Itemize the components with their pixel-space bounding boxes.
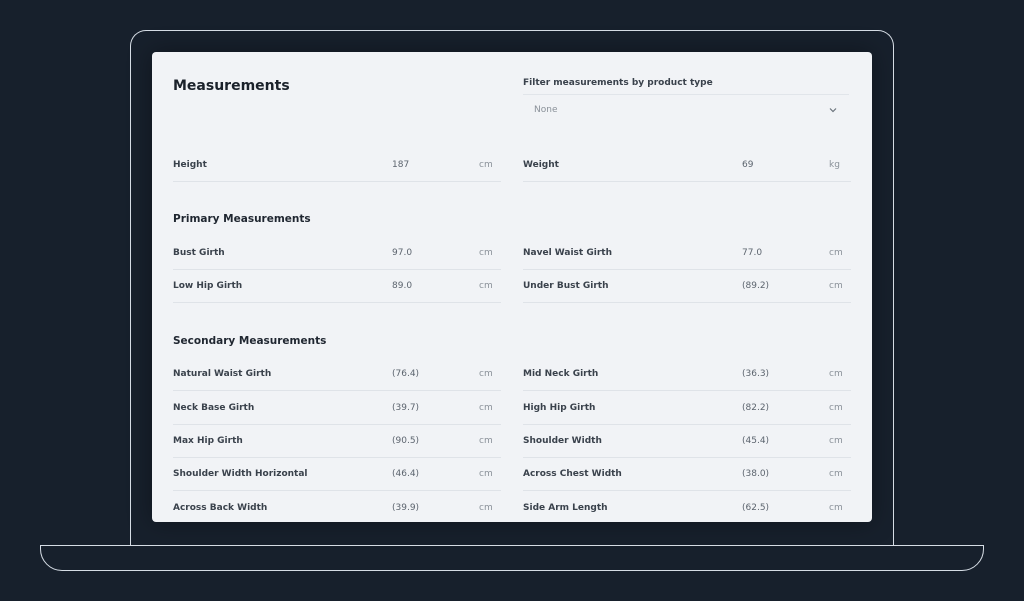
measurement-value: 97.0 <box>392 248 413 258</box>
measurement-value: 187 <box>392 160 410 170</box>
measurement-unit: cm <box>829 369 843 379</box>
measurement-label: Shoulder Width <box>523 436 602 446</box>
measurement-label: Max Hip Girth <box>173 436 243 446</box>
measurement-unit: cm <box>829 469 843 479</box>
measurement-unit: cm <box>479 436 493 446</box>
measurement-unit: cm <box>829 503 843 513</box>
measurement-value: 89.0 <box>392 281 413 291</box>
measurement-row: Max Hip Girth (90.5) cm <box>173 425 501 458</box>
measurement-row: Under Bust Girth (89.2) cm <box>523 270 851 303</box>
measurement-row: High Hip Girth (82.2) cm <box>523 392 851 425</box>
measurement-value: (39.7) <box>392 403 420 413</box>
measurement-value: 77.0 <box>742 248 763 258</box>
chevron-down-icon <box>827 104 839 116</box>
measurement-unit: cm <box>479 160 493 170</box>
measurement-label: High Hip Girth <box>523 403 596 413</box>
measurement-value: (38.0) <box>742 469 770 479</box>
measurement-unit: kg <box>829 160 840 170</box>
measurement-label: Across Chest Width <box>523 469 622 479</box>
measurement-label: Height <box>173 160 207 170</box>
measurement-value: (62.5) <box>742 503 770 513</box>
measurement-unit: cm <box>829 403 843 413</box>
measurement-row: Bust Girth 97.0 cm <box>173 237 501 270</box>
measurement-label: Bust Girth <box>173 248 225 258</box>
measurement-value: (76.4) <box>392 369 420 379</box>
measurement-unit: cm <box>829 436 843 446</box>
filter-label: Filter measurements by product type <box>523 78 713 88</box>
measurement-row: Side Arm Length (62.5) cm <box>523 492 851 522</box>
measurement-unit: cm <box>479 503 493 513</box>
measurement-value: (46.4) <box>392 469 420 479</box>
measurement-label: Shoulder Width Horizontal <box>173 469 308 479</box>
measurement-value: (39.9) <box>392 503 420 513</box>
measurement-row: Across Chest Width (38.0) cm <box>523 458 851 491</box>
measurement-row-weight: Weight 69 kg <box>523 149 851 182</box>
laptop-base <box>40 545 984 571</box>
measurement-row: Low Hip Girth 89.0 cm <box>173 270 501 303</box>
measurement-label: Under Bust Girth <box>523 281 609 291</box>
measurement-unit: cm <box>479 281 493 291</box>
measurement-unit: cm <box>479 403 493 413</box>
measurement-label: Mid Neck Girth <box>523 369 599 379</box>
page-title: Measurements <box>173 78 290 94</box>
measurement-unit: cm <box>829 248 843 258</box>
measurement-value: (90.5) <box>392 436 420 446</box>
measurement-value: (45.4) <box>742 436 770 446</box>
measurement-row: Natural Waist Girth (76.4) cm <box>173 358 501 391</box>
measurement-row: Neck Base Girth (39.7) cm <box>173 392 501 425</box>
measurement-row: Across Back Width (39.9) cm <box>173 492 501 522</box>
measurement-label: Natural Waist Girth <box>173 369 272 379</box>
measurement-unit: cm <box>829 281 843 291</box>
measurement-label: Side Arm Length <box>523 503 608 513</box>
measurement-row: Shoulder Width Horizontal (46.4) cm <box>173 458 501 491</box>
secondary-section-title: Secondary Measurements <box>173 335 327 347</box>
measurements-panel: Measurements Filter measurements by prod… <box>152 52 872 522</box>
measurement-row: Shoulder Width (45.4) cm <box>523 425 851 458</box>
measurement-value: (89.2) <box>742 281 770 291</box>
primary-section-title: Primary Measurements <box>173 213 311 225</box>
measurement-value: (36.3) <box>742 369 770 379</box>
measurement-label: Navel Waist Girth <box>523 248 612 258</box>
measurement-value: 69 <box>742 160 754 170</box>
filter-selected-value: None <box>534 104 558 115</box>
measurement-unit: cm <box>479 369 493 379</box>
measurement-value: (82.2) <box>742 403 770 413</box>
measurement-row: Mid Neck Girth (36.3) cm <box>523 358 851 391</box>
measurement-unit: cm <box>479 469 493 479</box>
product-type-filter-select[interactable]: None <box>523 94 849 124</box>
measurement-row: Navel Waist Girth 77.0 cm <box>523 237 851 270</box>
measurement-label: Across Back Width <box>173 503 268 513</box>
measurement-label: Low Hip Girth <box>173 281 243 291</box>
measurement-label: Weight <box>523 160 559 170</box>
measurement-row-height: Height 187 cm <box>173 149 501 182</box>
measurement-unit: cm <box>479 248 493 258</box>
measurement-label: Neck Base Girth <box>173 403 255 413</box>
